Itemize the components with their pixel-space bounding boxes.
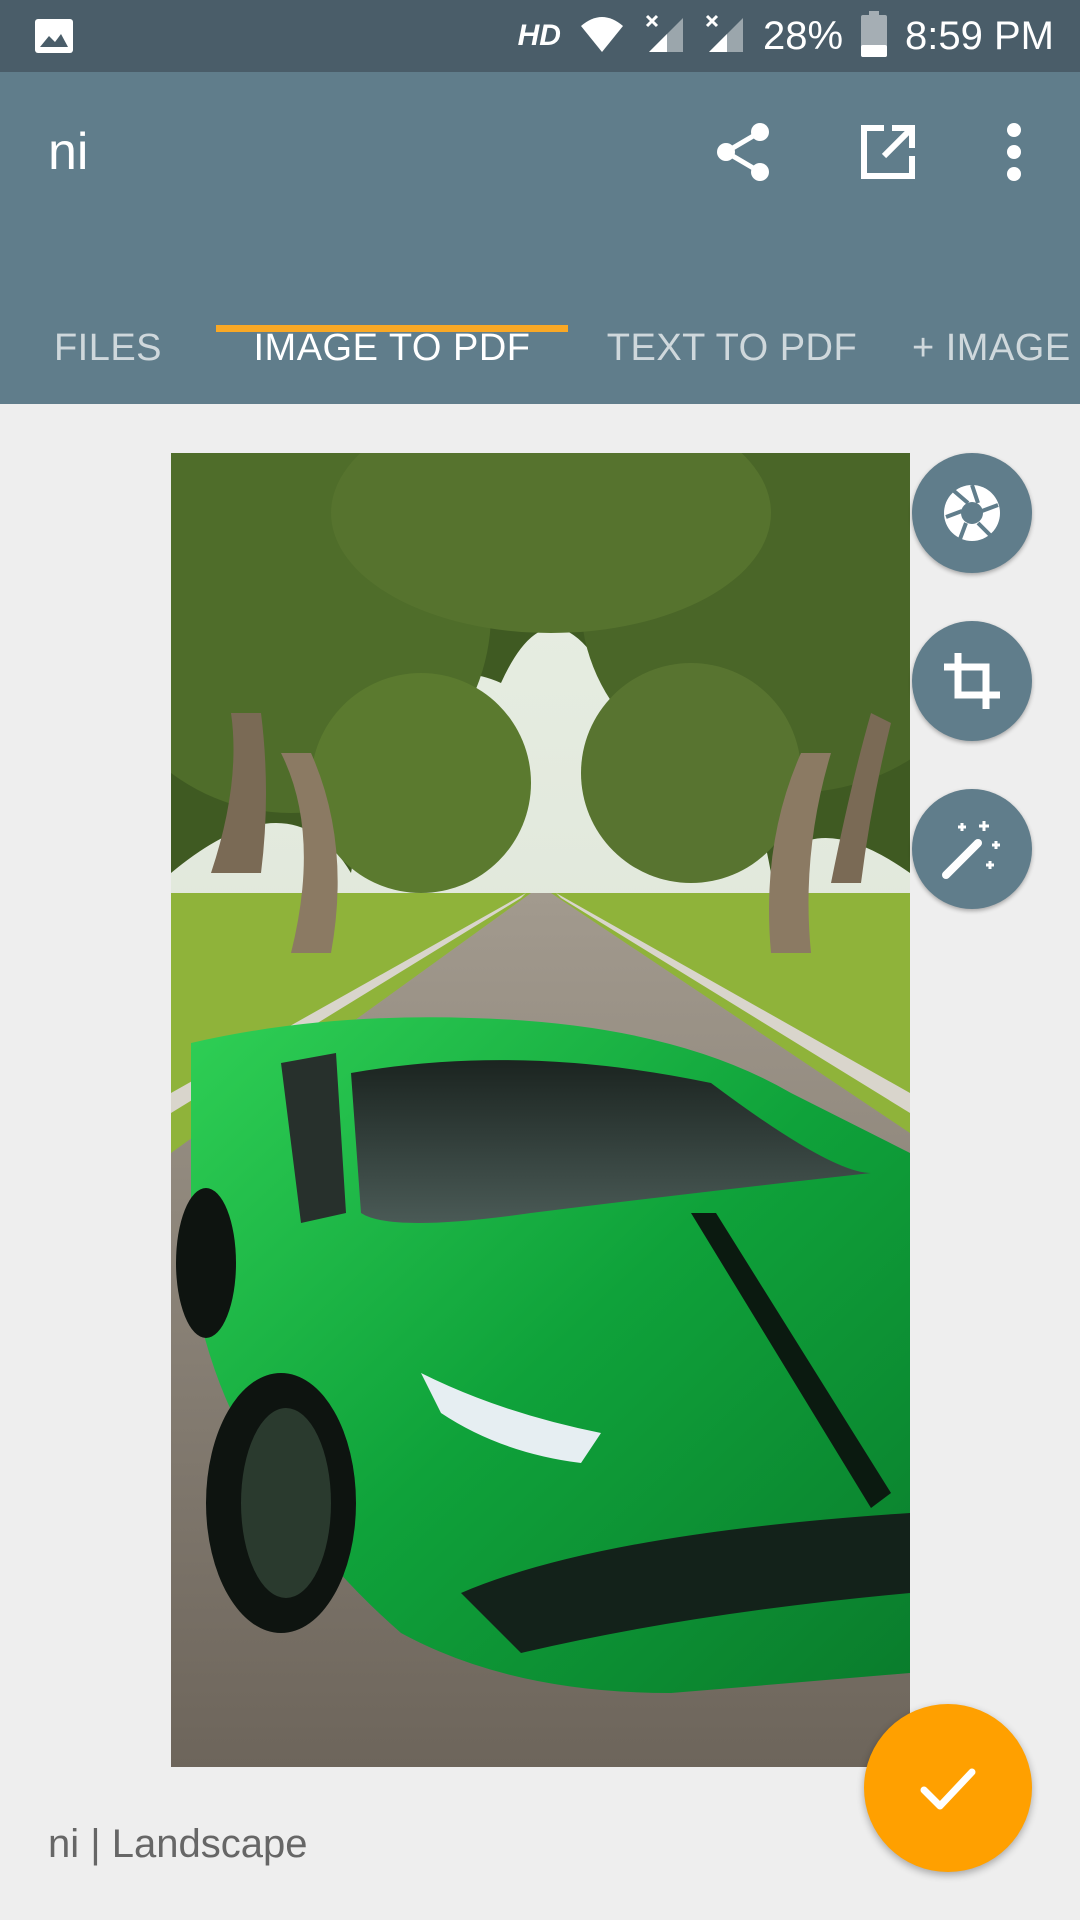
open-external-icon — [861, 125, 915, 179]
auto-enhance-button[interactable] — [912, 789, 1032, 909]
tab-add-image[interactable]: + IMAGE — [912, 292, 1080, 404]
page-title: ni — [48, 123, 89, 181]
aperture-icon — [944, 484, 1000, 541]
image-preview[interactable] — [171, 453, 910, 1767]
crop-icon — [944, 653, 1000, 709]
filter-button[interactable] — [912, 453, 1032, 573]
network-type-label: HD — [517, 19, 561, 52]
clock: 8:59 PM — [905, 13, 1054, 58]
tab-image-to-pdf[interactable]: IMAGE TO PDF — [216, 292, 568, 404]
check-icon — [920, 1768, 976, 1810]
app-bar: ni FILES IMAGE TO PDF TEXT TO PDF + IMAG… — [0, 72, 1080, 404]
more-vert-icon — [1007, 123, 1021, 181]
tab-bar: FILES IMAGE TO PDF TEXT TO PDF + IMAGE — [0, 292, 1080, 404]
tab-indicator — [216, 325, 568, 332]
status-bar: HD 28% 8:59 PM — [0, 0, 1080, 72]
image-notification-icon — [34, 16, 74, 61]
more-options-button[interactable] — [974, 112, 1054, 192]
share-button[interactable] — [704, 112, 784, 192]
signal-icon — [643, 14, 685, 59]
signal-icon — [703, 14, 745, 59]
crop-button[interactable] — [912, 621, 1032, 741]
confirm-button[interactable] — [864, 1704, 1032, 1872]
battery-percent: 28% — [762, 13, 844, 58]
tab-text-to-pdf[interactable]: TEXT TO PDF — [590, 292, 874, 404]
open-external-button[interactable] — [848, 112, 928, 192]
wifi-icon — [579, 14, 625, 59]
share-icon — [717, 123, 769, 181]
image-caption: ni | Landscape — [48, 1822, 308, 1866]
tab-files[interactable]: FILES — [24, 292, 192, 404]
battery-icon — [861, 10, 888, 62]
magic-wand-icon — [942, 821, 1000, 879]
